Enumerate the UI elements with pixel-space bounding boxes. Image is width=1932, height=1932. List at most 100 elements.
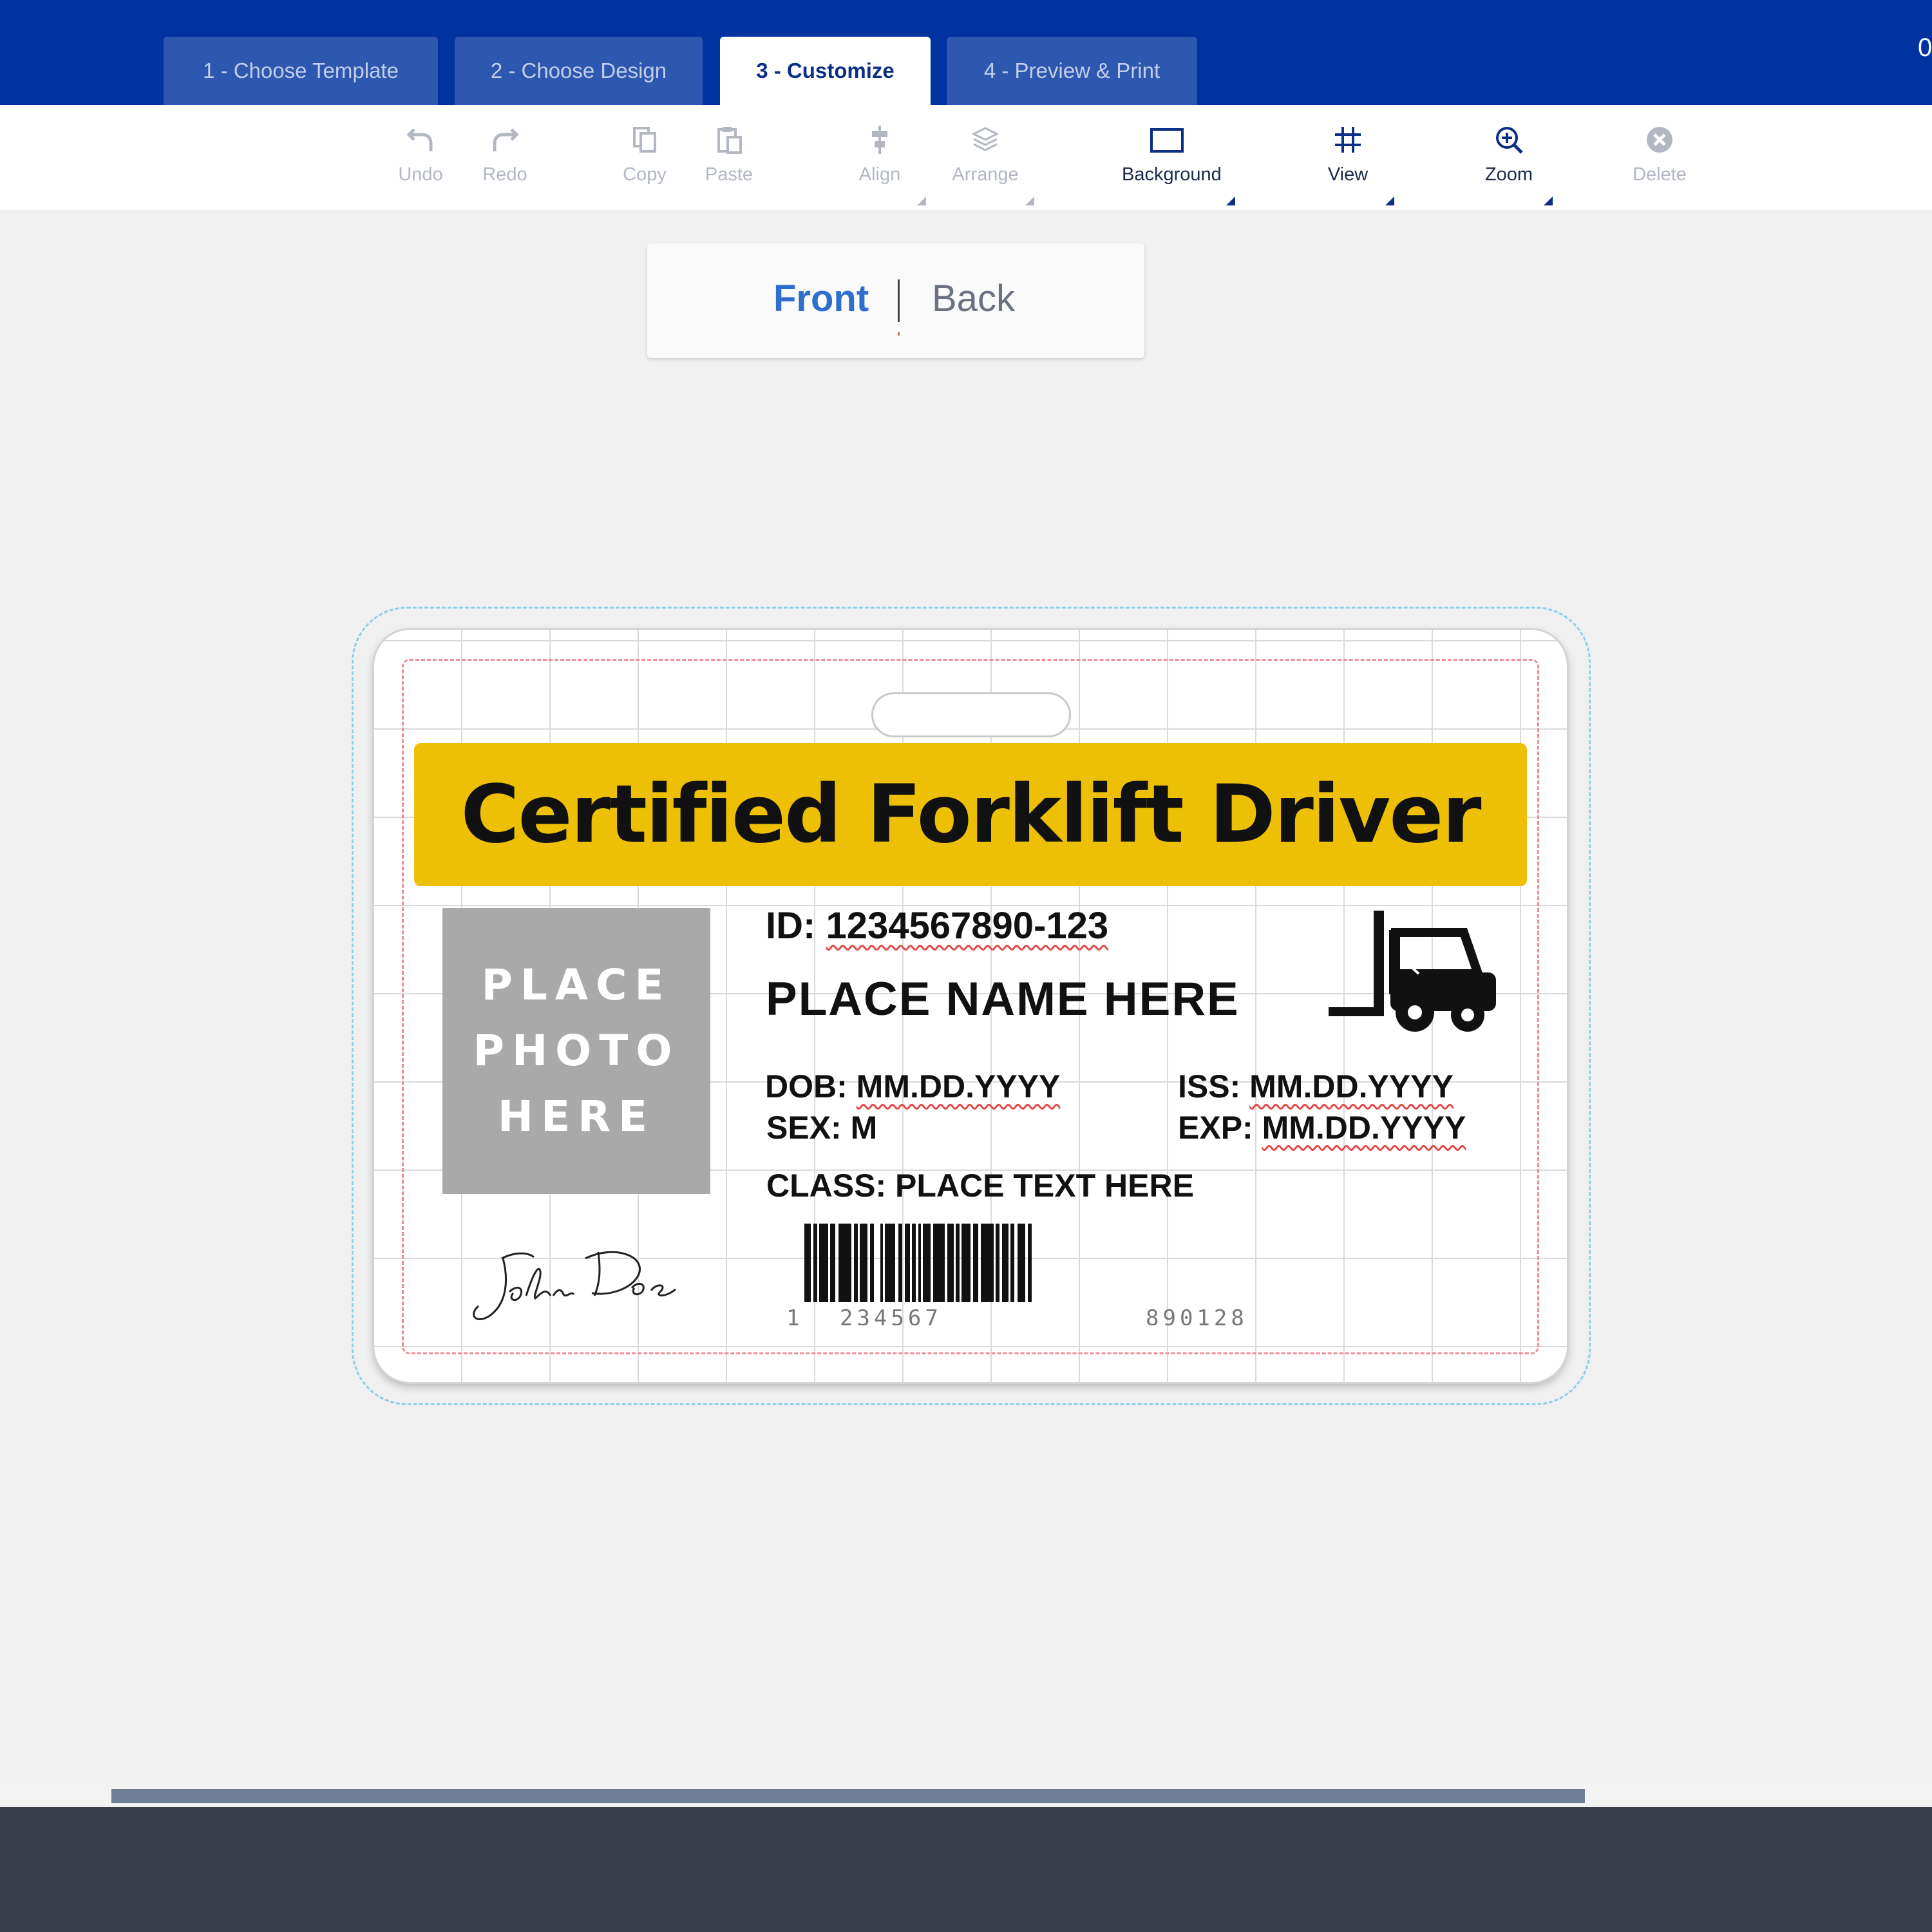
- sex-value: M: [850, 1110, 878, 1146]
- side-divider-marker: [898, 332, 900, 336]
- barcode-bar: [961, 1224, 971, 1302]
- barcode-bar: [1018, 1224, 1025, 1302]
- barcode-bar: [956, 1224, 960, 1302]
- title-banner[interactable]: Certified Forklift Driver: [414, 743, 1527, 886]
- view-label: View: [1327, 164, 1368, 185]
- grid-icon: [1335, 127, 1361, 153]
- view-button[interactable]: View: [1303, 124, 1394, 205]
- redo-label: Redo: [482, 164, 527, 185]
- barcode-bar: [804, 1224, 811, 1302]
- barcode-bar: [838, 1224, 851, 1302]
- barcode-digits-2: 234567: [840, 1305, 942, 1325]
- tab-customize[interactable]: 3 - Customize: [720, 37, 931, 105]
- copy-label: Copy: [623, 164, 667, 185]
- tab-choose-template[interactable]: 1 - Choose Template: [164, 37, 438, 105]
- forklift-icon[interactable]: [1329, 911, 1501, 1033]
- photo-text-line-3: HERE: [497, 1092, 656, 1141]
- barcode-bar: [905, 1224, 910, 1302]
- delete-icon: [1647, 127, 1672, 153]
- wizard-header: 1 - Choose Template 2 - Choose Design 3 …: [0, 0, 1932, 105]
- barcode-bar: [996, 1224, 999, 1302]
- barcode-bar: [923, 1224, 931, 1302]
- arrange-button[interactable]: Arrange: [940, 124, 1034, 205]
- back-side-button[interactable]: Back: [932, 277, 1015, 320]
- id-field[interactable]: ID: 1234567890-123: [766, 904, 1108, 947]
- zoom-dropdown-indicator: [1544, 196, 1553, 205]
- sex-label: SEX:: [766, 1110, 842, 1146]
- barcode-bar: [880, 1224, 883, 1302]
- barcode-bar: [933, 1224, 945, 1302]
- barcode-digits-3: 890128: [1146, 1305, 1248, 1325]
- photo-text-line-2: PHOTO: [473, 1026, 680, 1075]
- copy-button[interactable]: Copy: [600, 124, 690, 202]
- align-dropdown-indicator: [917, 196, 926, 205]
- dob-field[interactable]: DOB: MM.DD.YYYY: [765, 1068, 1060, 1105]
- barcode-bar: [854, 1224, 858, 1302]
- background-button[interactable]: Background: [1122, 124, 1235, 205]
- barcode-bar: [1002, 1224, 1009, 1302]
- delete-button[interactable]: Delete: [1615, 124, 1705, 202]
- tab-preview-print[interactable]: 4 - Preview & Print: [947, 37, 1197, 105]
- iss-field[interactable]: ISS: MM.DD.YYYY: [1178, 1068, 1454, 1105]
- background-dropdown-indicator: [1226, 196, 1235, 205]
- iss-label: ISS:: [1178, 1068, 1241, 1104]
- name-field[interactable]: PLACE NAME HERE: [766, 972, 1240, 1026]
- zoom-button[interactable]: Zoom: [1464, 124, 1554, 205]
- class-label: CLASS:: [766, 1168, 887, 1204]
- barcode-bar: [947, 1224, 954, 1302]
- barcode-bars: [804, 1224, 1032, 1302]
- undo-label: Undo: [398, 164, 443, 185]
- horizontal-scrollbar-thumb[interactable]: [111, 1789, 1585, 1803]
- side-switch: Front Back: [647, 243, 1144, 358]
- exp-label: EXP:: [1178, 1110, 1253, 1146]
- class-field[interactable]: CLASS: PLACE TEXT HERE: [766, 1167, 1194, 1204]
- photo-placeholder[interactable]: PLACE PHOTO HERE: [442, 908, 710, 1194]
- background-icon: [1150, 128, 1184, 153]
- arrange-dropdown-indicator: [1025, 196, 1034, 205]
- barcode-bar: [981, 1224, 994, 1302]
- card-title[interactable]: Certified Forklift Driver: [460, 768, 1481, 861]
- barcode-digit-1: 1: [786, 1305, 799, 1325]
- align-icon: [872, 126, 887, 154]
- dob-value: MM.DD.YYYY: [856, 1068, 1061, 1104]
- zoom-in-icon: [1496, 127, 1523, 154]
- tab-choose-design[interactable]: 2 - Choose Design: [455, 37, 703, 105]
- signature-image[interactable]: [463, 1239, 695, 1329]
- align-button[interactable]: Align: [835, 124, 926, 205]
- view-dropdown-indicator: [1385, 196, 1394, 205]
- barcode-image[interactable]: 1 234567 890128: [779, 1222, 1423, 1325]
- arrange-label: Arrange: [952, 164, 1019, 185]
- background-label: Background: [1122, 164, 1222, 185]
- dob-label: DOB:: [765, 1068, 848, 1104]
- barcode-bar: [912, 1224, 916, 1302]
- id-label: ID:: [766, 905, 816, 947]
- sex-field[interactable]: SEX: M: [766, 1109, 877, 1146]
- delete-label: Delete: [1633, 164, 1687, 185]
- paste-button[interactable]: Paste: [684, 124, 774, 202]
- exp-field[interactable]: EXP: MM.DD.YYYY: [1178, 1109, 1466, 1146]
- barcode-bar: [819, 1224, 828, 1302]
- footer-bar: [0, 1807, 1932, 1932]
- redo-button[interactable]: Redo: [460, 124, 550, 202]
- side-divider: [898, 279, 900, 322]
- paste-label: Paste: [705, 164, 753, 185]
- barcode-bar: [1010, 1224, 1014, 1302]
- id-value: 1234567890-123: [826, 905, 1109, 947]
- undo-button[interactable]: Undo: [375, 124, 466, 202]
- iss-value: MM.DD.YYYY: [1249, 1068, 1454, 1104]
- photo-text-line-1: PLACE: [481, 960, 672, 1010]
- redo-icon: [493, 128, 519, 151]
- id-card-canvas[interactable]: Certified Forklift Driver PLACE PHOTO HE…: [374, 630, 1567, 1382]
- arrange-icon: [971, 127, 999, 151]
- barcode-bar: [830, 1224, 835, 1302]
- badge-slot-hole: [871, 692, 1071, 737]
- barcode-bar: [918, 1224, 921, 1302]
- paste-icon: [717, 127, 742, 154]
- header-corner-text: 0: [1918, 33, 1932, 62]
- zoom-label: Zoom: [1484, 164, 1533, 185]
- barcode-bar: [898, 1224, 902, 1302]
- align-label: Align: [858, 164, 901, 185]
- front-side-button[interactable]: Front: [773, 277, 869, 320]
- barcode-bar: [885, 1224, 895, 1302]
- barcode-bar: [813, 1224, 817, 1302]
